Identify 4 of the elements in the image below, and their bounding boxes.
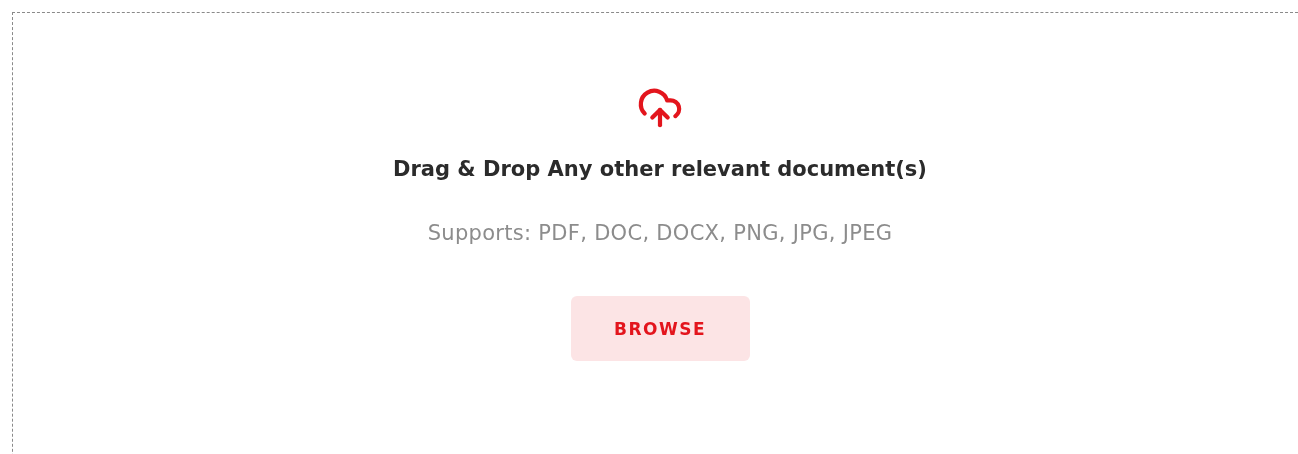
upload-dropzone[interactable]: Drag & Drop Any other relevant document(s) Supports: PDF, DOC, DOCX, PNG, JPG, JPEG BROWSE	[12, 12, 1298, 454]
browse-button[interactable]: BROWSE	[570, 296, 750, 361]
dropzone-title: Drag & Drop Any other relevant document(s)	[393, 157, 927, 181]
supported-formats: Supports: PDF, DOC, DOCX, PNG, JPG, JPEG	[427, 221, 893, 245]
